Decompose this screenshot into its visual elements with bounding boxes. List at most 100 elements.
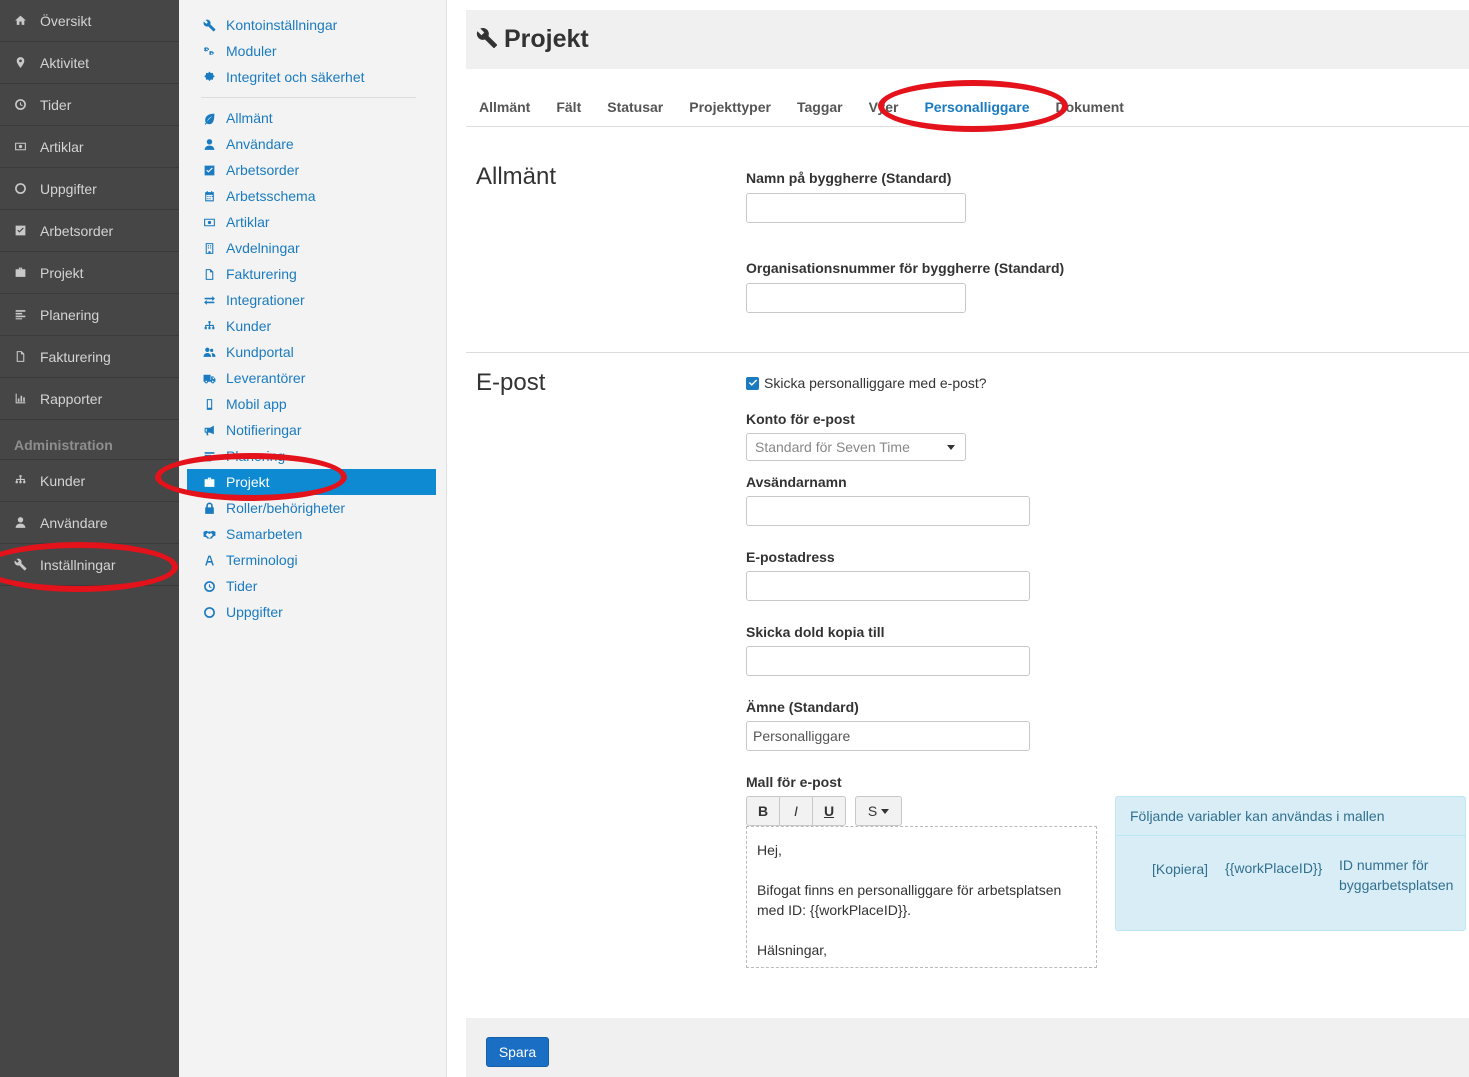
leaf-icon xyxy=(201,111,217,125)
subnav-item-kontoinställningar[interactable]: Kontoinställningar xyxy=(179,12,446,38)
sidebar-item-arbetsorder[interactable]: Arbetsorder xyxy=(0,210,179,252)
form-footer: Spara xyxy=(466,1018,1469,1077)
sitemap-icon xyxy=(204,320,214,329)
org-number-input[interactable] xyxy=(746,283,966,313)
sidebar-item-label: Rapporter xyxy=(40,390,103,407)
sidebar-item-kunder[interactable]: Kunder xyxy=(0,460,179,502)
sidebar-item-label: Översikt xyxy=(40,12,92,29)
tab-allmänt[interactable]: Allmänt xyxy=(466,90,543,126)
send-email-checkbox-row[interactable]: Skicka personalliggare med e-post? xyxy=(746,375,987,391)
bcc-input[interactable] xyxy=(746,646,1030,676)
settings-tabs: Allmänt Fält Statusar Projekttyper Taggar Vye… xyxy=(466,90,1469,127)
subnav-item-kundportal[interactable]: Kundportal xyxy=(179,339,446,365)
sidebar-item-label: Planering xyxy=(40,306,100,323)
subject-input[interactable] xyxy=(746,721,1030,751)
building-icon xyxy=(201,241,217,255)
bold-button[interactable]: B xyxy=(746,796,780,826)
mobile-icon xyxy=(206,398,212,410)
email-address-label: E-postadress xyxy=(746,549,835,565)
subnav-item-projekt[interactable]: Projekt xyxy=(187,469,436,495)
subnav-item-avdelningar[interactable]: Avdelningar xyxy=(179,235,446,261)
tab-personalliggare[interactable]: Personalliggare xyxy=(911,90,1042,126)
subnav-item-notifieringar[interactable]: Notifieringar xyxy=(179,417,446,443)
send-email-checkbox[interactable] xyxy=(746,376,759,390)
email-account-select[interactable]: Standard för Seven Time xyxy=(746,433,966,461)
sidebar-item-projekt[interactable]: Projekt xyxy=(0,252,179,294)
subnav-item-roller-behörigheter[interactable]: Roller/behörigheter xyxy=(179,495,446,521)
template-line xyxy=(757,920,1086,940)
tab-fält[interactable]: Fält xyxy=(543,90,594,126)
user-icon xyxy=(201,137,217,151)
email-address-input[interactable] xyxy=(746,571,1030,601)
handshake-icon xyxy=(203,530,215,539)
sitemap-icon xyxy=(12,474,28,488)
subnav-item-samarbeten[interactable]: Samarbeten xyxy=(179,521,446,547)
subnav-item-användare[interactable]: Användare xyxy=(179,131,446,157)
subnav-item-kunder[interactable]: Kunder xyxy=(179,313,446,339)
sidebar-item-aktivitet[interactable]: Aktivitet xyxy=(0,42,179,84)
main-content: Projekt Allmänt Fält Statusar Projekttyper T… xyxy=(466,0,1469,1077)
subnav-item-artiklar[interactable]: Artiklar xyxy=(179,209,446,235)
building-icon xyxy=(205,242,213,254)
sidebar-item-label: Arbetsorder xyxy=(40,222,114,239)
tab-taggar[interactable]: Taggar xyxy=(784,90,856,126)
subnav-item-arbetsorder[interactable]: Arbetsorder xyxy=(179,157,446,183)
cogs-icon xyxy=(203,46,214,55)
check-square-icon xyxy=(12,224,28,238)
subnav-item-planering[interactable]: Planering xyxy=(179,443,446,469)
bar-chart-icon xyxy=(12,392,28,406)
subnav-item-uppgifter[interactable]: Uppgifter xyxy=(179,599,446,625)
truck-icon xyxy=(203,374,215,383)
subnav-item-fakturering[interactable]: Fakturering xyxy=(179,261,446,287)
sidebar-item-fakturering[interactable]: Fakturering xyxy=(0,336,179,378)
copy-variable-link[interactable]: [Kopiera] xyxy=(1152,861,1208,877)
sidebar-item-artiklar[interactable]: Artiklar xyxy=(0,126,179,168)
editor-toolbar: B I U S xyxy=(746,796,902,826)
subnav-item-label: Uppgifter xyxy=(226,604,283,620)
subnav-item-leverantörer[interactable]: Leverantörer xyxy=(179,365,446,391)
sidebar-item-översikt[interactable]: Översikt xyxy=(0,0,179,42)
sender-name-input[interactable] xyxy=(746,496,1030,526)
email-template-editor[interactable]: Hej, Bifogat finns en personalliggare för… xyxy=(746,826,1097,968)
check-icon xyxy=(748,379,757,386)
client-name-input[interactable] xyxy=(746,193,966,223)
calendar-icon xyxy=(201,189,217,203)
tab-statusar[interactable]: Statusar xyxy=(594,90,676,126)
subnav-item-tider[interactable]: Tider xyxy=(179,573,446,599)
file-icon xyxy=(205,268,213,280)
settings-subnav: Kontoinställningar Moduler Integritet och … xyxy=(179,0,447,1077)
tab-projekttyper[interactable]: Projekttyper xyxy=(676,90,784,126)
exchange-icon xyxy=(203,295,215,305)
align-left-icon xyxy=(201,449,217,463)
bullhorn-icon xyxy=(204,425,214,435)
save-button[interactable]: Spara xyxy=(486,1037,549,1067)
sidebar-item-tider[interactable]: Tider xyxy=(0,84,179,126)
wrench-icon xyxy=(203,19,215,31)
sidebar-item-uppgifter[interactable]: Uppgifter xyxy=(0,168,179,210)
subnav-item-moduler[interactable]: Moduler xyxy=(179,38,446,64)
page-header: Projekt xyxy=(466,10,1469,69)
subnav-item-terminologi[interactable]: Terminologi xyxy=(179,547,446,573)
underline-button[interactable]: U xyxy=(813,796,846,826)
sidebar-item-rapporter[interactable]: Rapporter xyxy=(0,378,179,420)
subnav-item-mobil-app[interactable]: Mobil app xyxy=(179,391,446,417)
clock-icon xyxy=(201,579,217,593)
italic-button[interactable]: I xyxy=(780,796,813,826)
subnav-item-label: Terminologi xyxy=(226,552,298,568)
tab-dokument[interactable]: Dokument xyxy=(1043,90,1137,126)
tab-vyer[interactable]: Vyer xyxy=(856,90,912,126)
subnav-item-integrationer[interactable]: Integrationer xyxy=(179,287,446,313)
money-icon xyxy=(201,215,217,229)
sidebar-item-inställningar[interactable]: Inställningar xyxy=(0,544,179,586)
align-left-icon xyxy=(15,310,25,320)
subnav-item-label: Samarbeten xyxy=(226,526,303,542)
sidebar-item-användare[interactable]: Användare xyxy=(0,502,179,544)
user-icon xyxy=(12,516,28,530)
style-dropdown-button[interactable]: S xyxy=(855,796,902,826)
subnav-item-integritet-och-säkerhet[interactable]: Integritet och säkerhet xyxy=(179,64,446,90)
sidebar-item-planering[interactable]: Planering xyxy=(0,294,179,336)
home-icon xyxy=(12,14,28,28)
subnav-item-arbetsschema[interactable]: Arbetsschema xyxy=(179,183,446,209)
exchange-icon xyxy=(201,293,217,307)
subnav-item-allmänt[interactable]: Allmänt xyxy=(179,105,446,131)
